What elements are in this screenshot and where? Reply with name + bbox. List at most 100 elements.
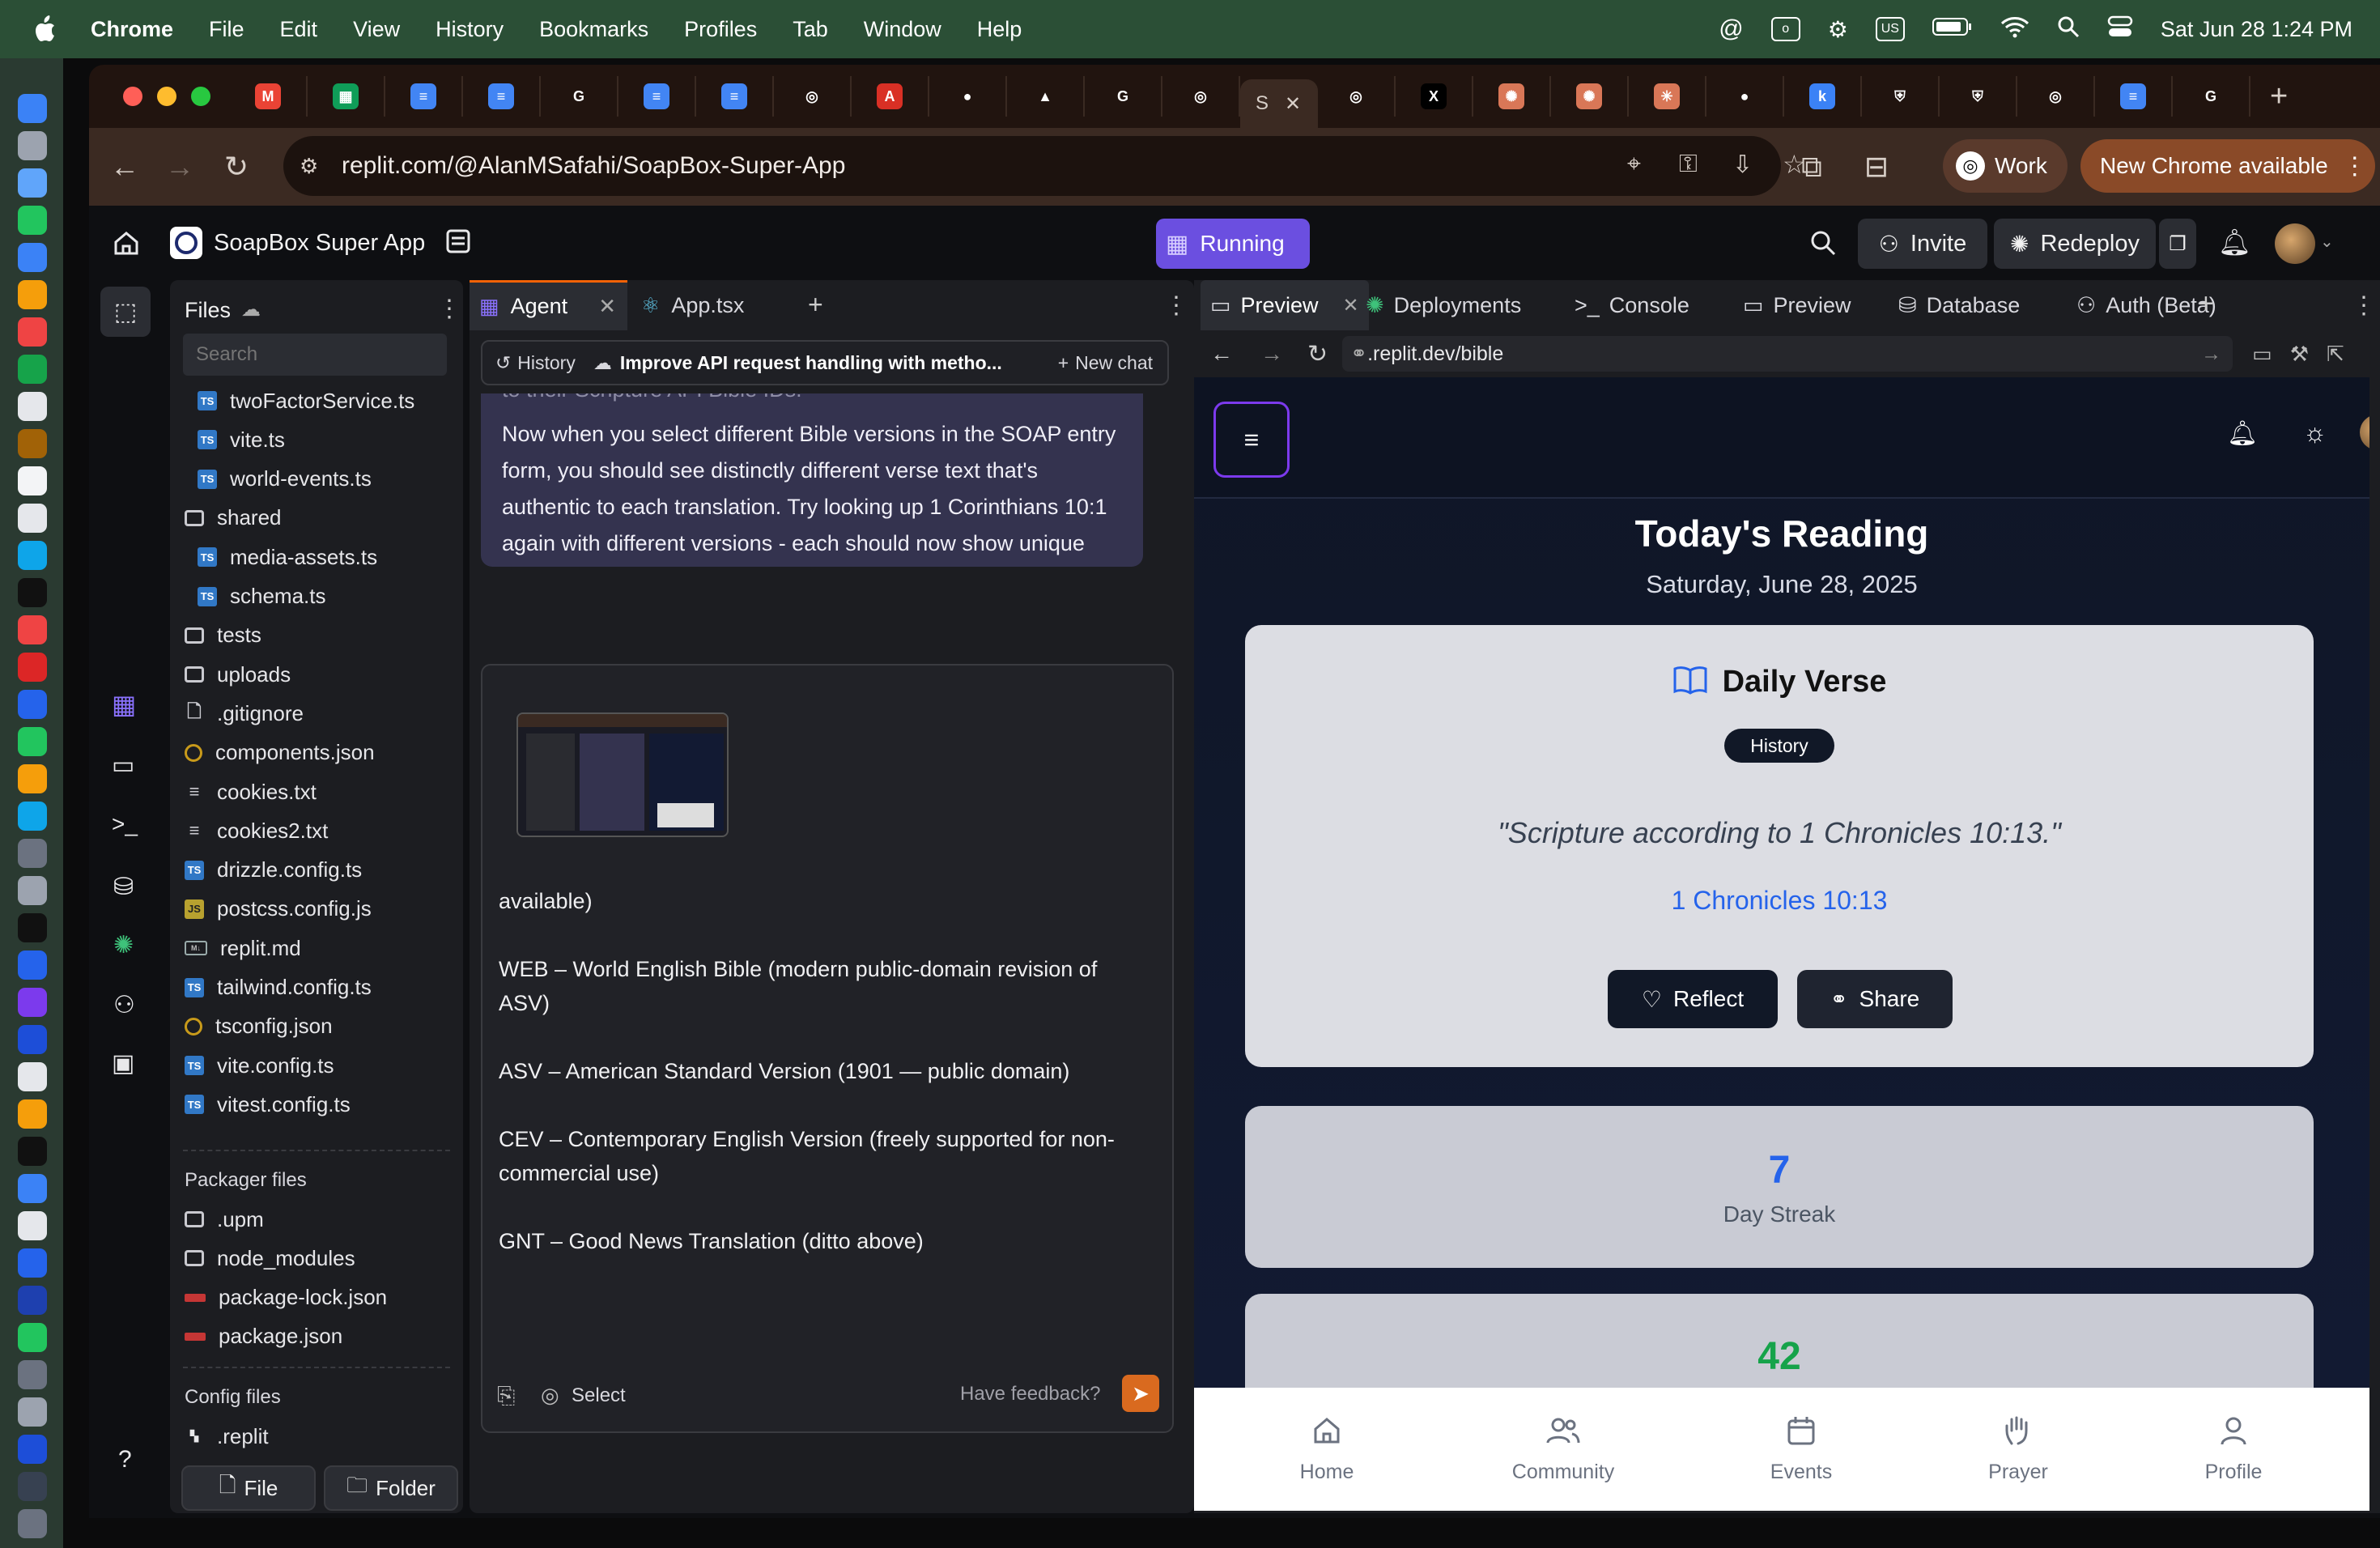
file-tree-item[interactable]: TS media-assets.ts <box>198 538 377 576</box>
file-tree-item[interactable]: TS drizzle.config.ts <box>185 851 362 890</box>
share-button[interactable]: ⚭ Share <box>1797 970 1953 1028</box>
browser-tab[interactable]: ◎ <box>1318 76 1396 117</box>
dock-app-icon[interactable] <box>18 1397 47 1427</box>
add-tab-icon[interactable]: + <box>808 290 823 320</box>
preview-tab[interactable]: ✺ Deployments <box>1366 280 1521 330</box>
nav-profile[interactable]: Profile <box>2169 1388 2298 1511</box>
dock-app-icon[interactable] <box>18 913 47 942</box>
theme-toggle-icon[interactable]: ☼ <box>2303 418 2327 448</box>
browser-tab[interactable]: ▲ <box>1007 76 1085 117</box>
browser-tab[interactable]: ● <box>929 76 1007 117</box>
file-tree-item[interactable]: tsconfig.json <box>185 1007 333 1046</box>
browser-tab[interactable]: ≡ <box>2095 76 2173 117</box>
menu-edit[interactable]: Edit <box>280 17 318 42</box>
dock-app-icon[interactable] <box>18 1509 47 1538</box>
chat-draft[interactable]: available) WEB – World English Bible (mod… <box>499 884 1146 1292</box>
browser-tab[interactable]: ◎ <box>774 76 852 117</box>
file-tree-item[interactable]: node_modules <box>185 1239 355 1278</box>
file-tree-item[interactable]: ▚ .replit <box>185 1417 269 1456</box>
dock-app-icon[interactable] <box>18 280 47 309</box>
close-icon[interactable]: ✕ <box>1343 294 1359 317</box>
browser-tab[interactable]: ◎ <box>2017 76 2095 117</box>
user-avatar[interactable] <box>2275 223 2315 264</box>
outlook-icon[interactable]: o <box>1770 17 1800 41</box>
dock-app-icon[interactable] <box>18 1323 47 1352</box>
install-app-icon[interactable]: ⇩ <box>1732 151 1753 179</box>
file-tree-item[interactable]: TS world-events.ts <box>198 460 372 499</box>
dock-app-icon[interactable] <box>18 1211 47 1240</box>
file-tree-item[interactable]: M↓ replit.md <box>185 929 301 968</box>
teams-icon[interactable]: ⚙ <box>1828 16 1848 43</box>
bell-icon[interactable]: 🔔︎ <box>2227 419 2258 448</box>
back-icon[interactable]: ← <box>1210 341 1233 367</box>
nav-prayer[interactable]: Prayer <box>1953 1388 2083 1511</box>
history-button[interactable]: History <box>517 352 576 374</box>
all-tools-icon[interactable]: ▣ <box>112 1049 134 1078</box>
close-tab-icon[interactable]: ✕ <box>1285 92 1301 116</box>
new-chat-button[interactable]: New chat <box>1075 352 1153 374</box>
dock-app-icon[interactable] <box>18 839 47 868</box>
forward-icon[interactable]: → <box>157 144 202 189</box>
location-icon[interactable]: ⌖ <box>1627 151 1641 178</box>
dock-app-icon[interactable] <box>18 392 47 421</box>
input-source-icon[interactable]: US <box>1875 17 1905 41</box>
omnibox-url[interactable]: replit.com/@AlanMSafahi/SoapBox-Super-Ap… <box>342 152 845 180</box>
browser-tab[interactable]: G <box>541 76 618 117</box>
dock-app-icon[interactable] <box>18 1099 47 1129</box>
dock-app-icon[interactable] <box>18 1062 47 1091</box>
home-icon[interactable] <box>112 228 141 262</box>
browser-tab[interactable]: ⛨ <box>1940 76 2017 117</box>
dock-app-icon[interactable] <box>18 690 47 719</box>
chat-title[interactable]: Improve API request handling with metho.… <box>620 352 1002 374</box>
preview-tab[interactable]: ⚇ Auth (Beta) <box>2076 280 2216 330</box>
send-button[interactable]: ➤ <box>1122 1375 1159 1412</box>
dock-app-icon[interactable] <box>18 578 47 607</box>
browser-tab[interactable]: ≡ <box>696 76 774 117</box>
browser-tab[interactable]: X <box>1396 76 1473 117</box>
dock-app-icon[interactable] <box>18 243 47 272</box>
more-vert-icon[interactable]: ⋮ <box>2352 291 2376 320</box>
tab-search-icon[interactable]: ⊟ <box>1854 144 1899 189</box>
browser-tab[interactable]: ✺ <box>1473 76 1551 117</box>
file-tree-toggle[interactable]: ⬚ <box>100 287 151 337</box>
chevron-down-icon[interactable]: ⌄ <box>2320 232 2334 252</box>
more-vert-icon[interactable]: ⋮ <box>1164 291 1188 320</box>
tab-app-tsx[interactable]: ⚛ App.tsx <box>631 280 789 330</box>
menu-profiles[interactable]: Profiles <box>684 17 757 42</box>
attach-icon[interactable]: ⎘ <box>497 1383 515 1410</box>
close-icon[interactable]: ✕ <box>598 294 616 319</box>
file-tree-item[interactable]: tests <box>185 616 261 655</box>
nav-events[interactable]: Events <box>1736 1388 1866 1511</box>
menu-file[interactable]: File <box>209 17 244 42</box>
browser-tab[interactable]: ≡ <box>618 76 696 117</box>
select-target-icon[interactable]: ◎ <box>541 1383 559 1408</box>
dock-app-icon[interactable] <box>18 802 47 831</box>
zoom-window-button[interactable] <box>191 87 210 106</box>
attached-screenshot[interactable] <box>516 712 729 837</box>
nav-community[interactable]: Community <box>1498 1388 1628 1511</box>
preview-tab[interactable]: ⛁ Database <box>1898 280 2020 330</box>
file-search-input[interactable] <box>183 334 447 376</box>
dock-app-icon[interactable] <box>18 466 47 495</box>
preview-icon[interactable]: ▭ <box>112 751 134 780</box>
chat-input[interactable]: available) WEB – World English Bible (mod… <box>481 664 1174 1433</box>
profile-button[interactable]: ◎ Work <box>1943 139 2068 193</box>
battery-icon[interactable] <box>1932 16 1973 43</box>
help-icon[interactable]: ? <box>118 1446 132 1474</box>
preview-tab[interactable]: ▭ Preview ✕ <box>1201 280 1369 330</box>
browser-tab[interactable]: ✳ <box>1629 76 1706 117</box>
menu-view[interactable]: View <box>353 17 400 42</box>
dock-app-icon[interactable] <box>18 988 47 1017</box>
invite-button[interactable]: ⚇ Invite <box>1858 219 1987 269</box>
dock-app-icon[interactable] <box>18 653 47 682</box>
browser-tab[interactable]: G <box>2173 76 2250 117</box>
dock-app-icon[interactable] <box>18 1360 47 1389</box>
new-folder-button[interactable]: 🗀︎ Folder <box>324 1465 458 1511</box>
new-tab-icon[interactable]: + <box>2270 79 2288 114</box>
redeploy-menu-button[interactable]: ❐ <box>2159 219 2196 269</box>
dock-app-icon[interactable] <box>18 950 47 980</box>
preview-tab[interactable]: >_ Console <box>1575 280 1689 330</box>
dock-app-icon[interactable] <box>18 317 47 347</box>
browser-tab[interactable]: ⛨ <box>1862 76 1940 117</box>
redeploy-button[interactable]: ✺ Redeploy <box>1994 219 2156 269</box>
